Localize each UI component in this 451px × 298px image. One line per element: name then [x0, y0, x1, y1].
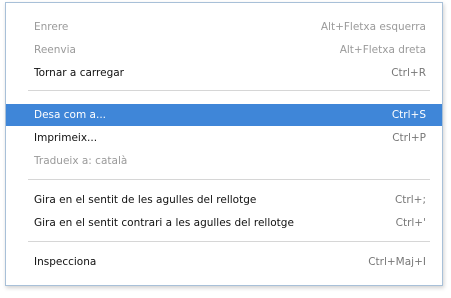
menu-item-save-as[interactable]: Desa com a... Ctrl+S	[6, 104, 442, 126]
menu-item-label: Enrere	[34, 21, 69, 33]
menu-item-shortcut: Ctrl+Maj+I	[368, 256, 426, 268]
menu-item-shortcut: Ctrl+;	[394, 194, 426, 206]
menu-item-translate: Tradueix a: català	[6, 150, 442, 172]
menu-item-rotate-clockwise[interactable]: Gira en el sentit de les agulles del rel…	[6, 189, 442, 211]
menu-item-label: Desa com a...	[34, 109, 106, 121]
menu-item-label: Reenvia	[34, 44, 76, 56]
menu-item-label: Tornar a carregar	[34, 67, 125, 79]
menu-separator	[28, 179, 430, 180]
menu-item-label: Imprimeix...	[34, 132, 98, 144]
menu-item-label: Inspecciona	[34, 256, 97, 268]
menu-item-inspect[interactable]: Inspecciona Ctrl+Maj+I	[6, 251, 442, 273]
menu-item-rotate-counterclockwise[interactable]: Gira en el sentit contrari a les agulles…	[6, 212, 442, 234]
menu-item-forward: Reenvia Alt+Fletxa dreta	[6, 39, 442, 61]
menu-item-shortcut: Ctrl+P	[392, 132, 426, 144]
menu-item-shortcut: Ctrl+S	[391, 109, 426, 121]
context-menu: Enrere Alt+Fletxa esquerra Reenvia Alt+F…	[5, 2, 443, 286]
menu-item-shortcut: Alt+Fletxa esquerra	[320, 21, 426, 33]
menu-separator	[28, 90, 430, 91]
page: Enrere Alt+Fletxa esquerra Reenvia Alt+F…	[0, 0, 451, 298]
menu-item-print[interactable]: Imprimeix... Ctrl+P	[6, 127, 442, 149]
menu-item-label: Gira en el sentit contrari a les agulles…	[34, 217, 294, 229]
menu-item-shortcut: Ctrl+'	[395, 217, 426, 229]
menu-item-label: Tradueix a: català	[34, 155, 128, 167]
menu-item-label: Gira en el sentit de les agulles del rel…	[34, 194, 257, 206]
menu-item-shortcut: Alt+Fletxa dreta	[339, 44, 426, 56]
menu-item-back: Enrere Alt+Fletxa esquerra	[6, 16, 442, 38]
menu-item-shortcut: Ctrl+R	[391, 67, 426, 79]
menu-separator	[28, 241, 430, 242]
menu-item-reload[interactable]: Tornar a carregar Ctrl+R	[6, 62, 442, 84]
